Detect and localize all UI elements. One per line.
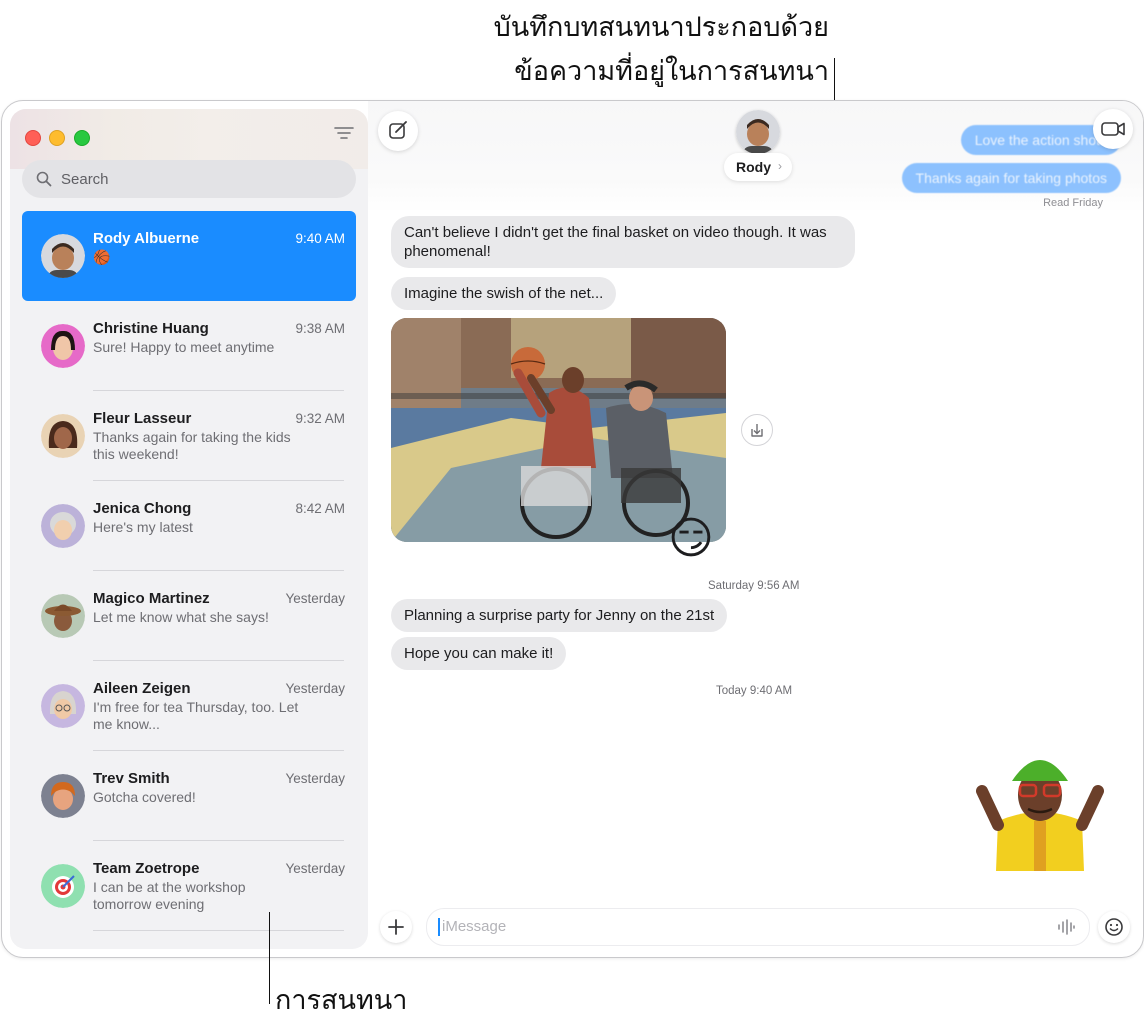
conversation-preview: Thanks again for taking the kids this we… bbox=[93, 429, 291, 462]
minimize-window-button[interactable] bbox=[49, 130, 65, 146]
conversation-preview: 🏀 bbox=[93, 249, 111, 265]
conversation-time: Yesterday bbox=[285, 591, 345, 606]
avatar bbox=[41, 504, 85, 548]
avatar bbox=[41, 414, 85, 458]
conversation-name: Trev Smith bbox=[93, 770, 170, 787]
compose-icon bbox=[389, 121, 407, 139]
conversation-time: Yesterday bbox=[285, 681, 345, 696]
conversation-row[interactable]: Fleur Lasseur 9:32 AM Thanks again for t… bbox=[22, 391, 356, 481]
conversation-row[interactable]: Jenica Chong 8:42 AM Here's my latest bbox=[22, 481, 356, 571]
search-placeholder: Search bbox=[61, 171, 109, 188]
callout-transcript-line2: ข้อความที่อยู่ในการสนทนา bbox=[514, 56, 829, 87]
sidebar: Search Rody Albuerne 9:40 AM 🏀 Christine… bbox=[10, 109, 368, 949]
save-photo-button[interactable] bbox=[741, 414, 773, 446]
contact-name: Rody bbox=[736, 159, 771, 175]
conversation-time: Yesterday bbox=[285, 771, 345, 786]
conversation-preview: Let me know what she says! bbox=[93, 609, 269, 625]
conversation-preview: I'm free for tea Thursday, too. Let me k… bbox=[93, 699, 299, 732]
text-cursor bbox=[438, 918, 440, 936]
conversation-time: Yesterday bbox=[285, 861, 345, 876]
conversation-time: 9:40 AM bbox=[295, 231, 345, 246]
callout-leader-line bbox=[269, 912, 270, 1004]
callout-transcript-line1: บันทึกบทสนทนาประกอบด้วย bbox=[493, 12, 829, 43]
conversation-preview: I can be at the workshop tomorrow evenin… bbox=[93, 879, 246, 912]
conversation-name: Jenica Chong bbox=[93, 500, 192, 517]
contact-avatar[interactable] bbox=[736, 110, 780, 154]
conversation-time: 9:38 AM bbox=[295, 321, 345, 336]
conversation-name: Fleur Lasseur bbox=[93, 410, 192, 427]
zoom-window-button[interactable] bbox=[74, 130, 90, 146]
apps-plus-button[interactable] bbox=[380, 911, 412, 943]
timestamp: Today 9:40 AM bbox=[716, 685, 793, 697]
emoji-button[interactable] bbox=[1098, 911, 1130, 943]
basketball-photo[interactable] bbox=[391, 318, 726, 542]
message-placeholder: iMessage bbox=[442, 918, 507, 935]
contact-name-button[interactable]: Rody › bbox=[724, 153, 792, 181]
received-message: Can't believe I didn't get the final bas… bbox=[391, 216, 855, 268]
received-message: Imagine the swish of the net... bbox=[391, 277, 617, 310]
search-icon bbox=[36, 171, 52, 187]
avatar bbox=[41, 864, 85, 908]
smiley-icon bbox=[1105, 918, 1123, 936]
conversation-time: 8:42 AM bbox=[295, 501, 345, 516]
conversation-preview: Sure! Happy to meet anytime bbox=[93, 339, 275, 355]
smirk-emoji: 😏 bbox=[668, 514, 714, 563]
chevron-right-icon: › bbox=[778, 159, 782, 173]
download-icon bbox=[751, 424, 763, 437]
callout-conversations: การสนทนา bbox=[275, 985, 408, 1016]
divider bbox=[93, 930, 344, 931]
received-message: Planning a surprise party for Jenny on t… bbox=[391, 599, 728, 632]
callout-transcript: บันทึกบทสนทนาประกอบด้วย ข้อความที่อยู่ใน… bbox=[494, 6, 829, 94]
conversation-name: Christine Huang bbox=[93, 320, 209, 337]
avatar bbox=[41, 684, 85, 728]
video-camera-icon bbox=[1101, 122, 1125, 136]
audio-waveform-icon[interactable] bbox=[1056, 918, 1076, 936]
filter-icon[interactable] bbox=[332, 123, 356, 143]
conversation-name: Team Zoetrope bbox=[93, 860, 200, 877]
conversation-time: 9:32 AM bbox=[295, 411, 345, 426]
transcript-pane: Love the action shots Thanks again for t… bbox=[368, 101, 1143, 957]
conversation-name: Aileen Zeigen bbox=[93, 680, 191, 697]
conversation-name: Magico Martinez bbox=[93, 590, 210, 607]
sent-message-blurred: Thanks again for taking photos bbox=[901, 163, 1121, 193]
conversation-preview: Gotcha covered! bbox=[93, 789, 196, 805]
message-input[interactable]: iMessage bbox=[426, 908, 1090, 946]
compose-button[interactable] bbox=[378, 111, 418, 151]
conversation-name: Rody Albuerne bbox=[93, 230, 200, 247]
avatar bbox=[41, 594, 85, 638]
plus-icon bbox=[388, 919, 404, 935]
conversation-preview: Here's my latest bbox=[93, 519, 193, 535]
memoji-sticker bbox=[976, 741, 1104, 871]
close-window-button[interactable] bbox=[25, 130, 41, 146]
conversation-row[interactable]: Team Zoetrope Yesterday I can be at the … bbox=[22, 841, 356, 931]
conversation-row[interactable]: Trev Smith Yesterday Gotcha covered! bbox=[22, 751, 356, 841]
tapback-reaction: 😏 bbox=[668, 512, 722, 566]
conversation-row[interactable]: Aileen Zeigen Yesterday I'm free for tea… bbox=[22, 661, 356, 751]
received-message: Hope you can make it! bbox=[391, 637, 567, 670]
avatar bbox=[41, 234, 85, 278]
conversation-row[interactable]: Rody Albuerne 9:40 AM 🏀 bbox=[22, 211, 356, 301]
conversation-row[interactable]: Christine Huang 9:38 AM Sure! Happy to m… bbox=[22, 301, 356, 391]
read-receipt: Read Friday bbox=[1043, 197, 1103, 209]
avatar bbox=[41, 774, 85, 818]
conversation-row[interactable]: Magico Martinez Yesterday Let me know wh… bbox=[22, 571, 356, 661]
messages-window: Search Rody Albuerne 9:40 AM 🏀 Christine… bbox=[1, 100, 1144, 958]
avatar bbox=[41, 324, 85, 368]
timestamp: Saturday 9:56 AM bbox=[708, 580, 800, 592]
search-field[interactable]: Search bbox=[22, 160, 356, 198]
facetime-video-button[interactable] bbox=[1093, 109, 1133, 149]
